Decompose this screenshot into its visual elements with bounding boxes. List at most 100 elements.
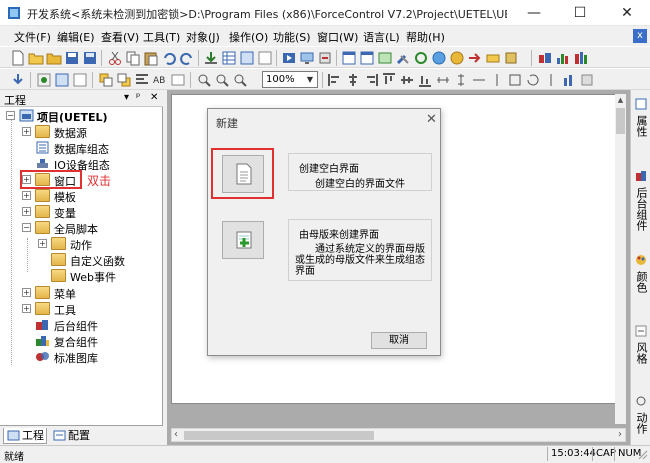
paste-icon[interactable] (143, 50, 159, 66)
window-plus-icon[interactable] (359, 50, 375, 66)
chart-icon[interactable] (555, 50, 571, 66)
zoom-out-icon[interactable] (214, 72, 230, 88)
arrow-icon[interactable] (467, 50, 483, 66)
scroll-up-icon[interactable]: ▲ (616, 96, 625, 105)
align-right-icon[interactable] (363, 72, 379, 88)
expand-icon[interactable]: + (22, 288, 31, 297)
tree-item-tools[interactable]: + 工具 (22, 301, 152, 317)
rotate-icon[interactable] (525, 72, 541, 88)
pin-icon[interactable]: ᵖ (136, 92, 140, 103)
tree-item-background-component[interactable]: 后台组件 (22, 317, 152, 333)
horizontal-scrollbar[interactable]: ‹ › (171, 428, 626, 442)
collapse-icon[interactable]: − (22, 223, 31, 232)
download-blue-icon[interactable] (10, 72, 26, 88)
menu-view[interactable]: 查看(V) (101, 29, 139, 45)
cut-icon[interactable] (107, 50, 123, 66)
menu-edit[interactable]: 编辑(E) (57, 29, 95, 45)
menu-function[interactable]: 功能(S) (273, 29, 311, 45)
tree-item-web-event[interactable]: Web事件 (38, 268, 156, 284)
tree-item-database[interactable]: 数据库组态 (22, 140, 152, 156)
open-icon[interactable] (46, 50, 62, 66)
table-icon[interactable] (221, 50, 237, 66)
open-folder-icon[interactable] (28, 50, 44, 66)
menu-file[interactable]: 文件(F) (14, 29, 51, 45)
tree-item-custom-function[interactable]: 自定义函数 (38, 252, 156, 268)
panel-close-icon[interactable]: ✕ (150, 92, 158, 103)
mdi-close-icon[interactable]: x (633, 29, 647, 43)
monitor-icon[interactable] (299, 50, 315, 66)
bar-chart-icon[interactable] (561, 72, 577, 88)
menu-help[interactable]: 帮助(H) (406, 29, 445, 45)
align-center-icon[interactable] (345, 72, 361, 88)
device-icon[interactable] (485, 50, 501, 66)
collapse-icon[interactable]: − (6, 111, 15, 120)
copy-icon[interactable] (125, 50, 141, 66)
flip-icon[interactable] (543, 72, 559, 88)
create-blank-panel[interactable]: 创建空白界面 创建空白的界面文件 (288, 153, 432, 191)
align-bottom-icon[interactable] (417, 72, 433, 88)
picture-icon[interactable] (377, 50, 393, 66)
expand-icon[interactable]: + (22, 127, 31, 136)
vertical-scrollbar[interactable]: ▲ (615, 94, 626, 424)
layer-icon[interactable] (54, 72, 70, 88)
library-icon[interactable] (573, 50, 589, 66)
extra-icon[interactable] (579, 72, 595, 88)
font-icon[interactable] (170, 72, 186, 88)
tree-item-composite-component[interactable]: 复合组件 (22, 333, 152, 349)
tab-project[interactable]: 工程 (3, 428, 47, 444)
tree-item-standard-library[interactable]: 标准图库 (22, 349, 152, 365)
tree-item-menu[interactable]: + 菜单 (22, 285, 152, 301)
chevron-down-icon[interactable]: ▼ (304, 73, 316, 86)
zoom-fit-icon[interactable] (232, 72, 248, 88)
expand-icon[interactable]: + (22, 304, 31, 313)
expand-icon[interactable]: + (38, 239, 47, 248)
tab-color[interactable]: 颜色 (633, 254, 649, 293)
globe-icon[interactable] (431, 50, 447, 66)
horizontal-scroll-thumb[interactable] (184, 431, 374, 440)
tab-config[interactable]: 配置 (50, 428, 94, 444)
tree-item-project[interactable]: − 项目(UETEL) (6, 108, 156, 124)
maximize-button[interactable]: ☐ (557, 0, 603, 26)
same-size-icon[interactable] (507, 72, 523, 88)
settings-icon[interactable] (503, 50, 519, 66)
scroll-right-icon[interactable]: › (618, 429, 622, 440)
refresh-icon[interactable] (413, 50, 429, 66)
same-height-icon[interactable] (489, 72, 505, 88)
undo-icon[interactable] (161, 50, 177, 66)
distribute-h-icon[interactable] (435, 72, 451, 88)
text-ab-icon[interactable]: AB (152, 72, 168, 88)
vertical-scroll-thumb[interactable] (616, 108, 625, 134)
create-from-template-panel[interactable]: 由母版来创建界面 通过系统定义的界面母版 或生成的母版文件来生成组态 界面 (288, 219, 432, 281)
window-icon[interactable] (341, 50, 357, 66)
menu-language[interactable]: 语言(L) (363, 29, 400, 45)
align-middle-icon[interactable] (399, 72, 415, 88)
align-left-icon[interactable] (327, 72, 343, 88)
tree-item-action[interactable]: + 动作 (38, 236, 156, 252)
zoom-select[interactable]: 100% ▼ (262, 71, 318, 88)
dotgrid-icon[interactable] (257, 50, 273, 66)
front-icon[interactable] (98, 72, 114, 88)
menu-tools[interactable]: 工具(T) (143, 29, 180, 45)
object-icon[interactable] (449, 50, 465, 66)
create-from-template-button[interactable] (222, 221, 264, 259)
same-width-icon[interactable] (471, 72, 487, 88)
zoom-in-icon[interactable] (196, 72, 212, 88)
close-button[interactable]: ✕ (604, 0, 650, 26)
tree-item-global-script[interactable]: − 全局脚本 (22, 220, 152, 236)
component-icon[interactable] (537, 50, 553, 66)
dialog-close-icon[interactable]: ✕ (426, 112, 437, 127)
resize-grip-icon[interactable] (638, 450, 648, 460)
run-icon[interactable] (281, 50, 297, 66)
group-icon[interactable] (36, 72, 52, 88)
save-all-icon[interactable] (82, 50, 98, 66)
ungroup-icon[interactable] (72, 72, 88, 88)
tab-action[interactable]: 动作 (633, 395, 649, 434)
tree-item-datasource[interactable]: + 数据源 (22, 124, 152, 140)
redo-icon[interactable] (179, 50, 195, 66)
align-icon[interactable] (134, 72, 150, 88)
align-top-icon[interactable] (381, 72, 397, 88)
save-icon[interactable] (64, 50, 80, 66)
download-icon[interactable] (203, 50, 219, 66)
minimize-button[interactable]: — (511, 0, 557, 26)
tree-item-template[interactable]: + 模板 (22, 188, 152, 204)
